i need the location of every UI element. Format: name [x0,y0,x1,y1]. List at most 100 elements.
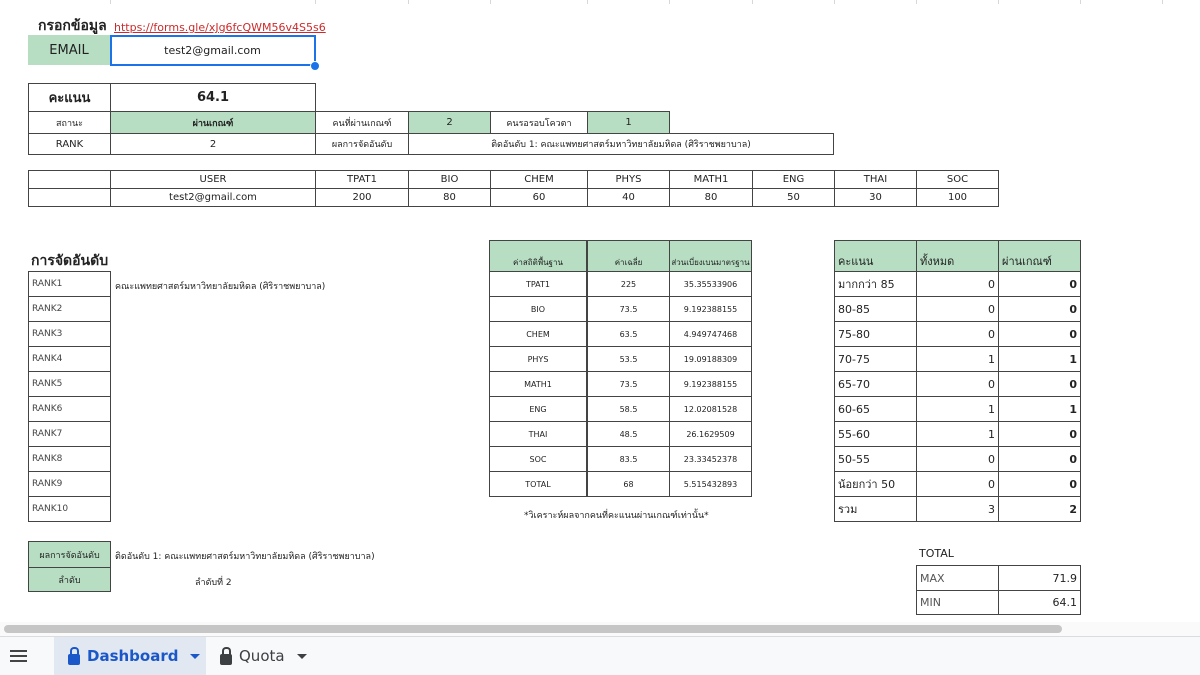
distribution-cell: 0 [998,446,1081,472]
gridline [315,0,316,4]
form-link[interactable]: https://forms.gle/xJg6fcQWM56v4S5s6 [114,21,326,34]
ranking-value: คณะแพทยศาสตร์มหาวิทยาลัยมหิดล (ศิริราชพย… [115,282,326,292]
stats-header-cell: ส่วนเบี่ยงเบนมาตรฐาน [669,240,752,272]
distribution-cell: 65-70 [834,371,917,397]
status-value: ผ่านเกณฑ์ [110,111,316,134]
sheet-tab-bar: Dashboard Quota [0,636,1200,675]
tab-dashboard[interactable]: Dashboard [54,637,206,675]
scores-header-cell: CHEM [490,170,588,189]
distribution-cell: 0 [916,271,999,297]
tab-label: Quota [239,647,285,665]
email-label: EMAIL [28,35,110,65]
stats-cell: 19.09188309 [669,346,752,372]
distribution-cell: 1 [916,396,999,422]
scrollbar-thumb[interactable] [4,625,1062,633]
distribution-cell: 50-55 [834,446,917,472]
scores-corner-cell [28,188,111,207]
distribution-cell: 0 [998,371,1081,397]
distribution-cell: 0 [916,471,999,497]
gridline [408,0,409,4]
distribution-cell: 0 [998,271,1081,297]
lock-icon [220,646,232,665]
distribution-cell: 0 [916,371,999,397]
distribution-header-cell: คะแนน [834,240,917,272]
stats-cell: ENG [489,396,587,422]
stats-cell: 48.5 [587,421,670,447]
stats-note: *วิเคราะห์ผลจากคนที่คะแนนผ่านเกณฑ์เท่านั… [524,511,709,521]
chevron-down-icon[interactable] [296,653,307,659]
rank-label: RANK [28,133,111,155]
ranking-label: RANK5 [28,371,111,397]
scores-value-cell: 40 [587,188,670,207]
gridline [752,0,753,4]
ranking-label: RANK10 [28,496,111,522]
stats-cell: 58.5 [587,396,670,422]
distribution-cell: 0 [998,296,1081,322]
scores-header-cell: SOC [916,170,999,189]
order-label: ลำดับ [28,567,111,592]
distribution-cell: 1 [916,421,999,447]
stats-cell: 225 [587,271,670,297]
scores-header-cell: PHYS [587,170,670,189]
stats-cell: 35.35533906 [669,271,752,297]
result-value: ติดอันดับ 1: คณะแพทยศาสตร์มหาวิทยาลัยมหิ… [408,133,834,155]
stats-cell: TPAT1 [489,271,587,297]
page-title: กรอกข้อมูล [38,18,107,34]
scores-header-cell: BIO [408,170,491,189]
passers-label: คนที่ผ่านเกณฑ์ [315,111,409,134]
fill-handle[interactable] [310,61,320,71]
result-label: ผลการจัดอันดับ [315,133,409,155]
tab-quota[interactable]: Quota [220,637,307,675]
horizontal-scrollbar[interactable] [0,622,1200,636]
min-value: 64.1 [998,590,1081,615]
distribution-cell: 70-75 [834,346,917,372]
distribution-cell: 0 [998,321,1081,347]
distribution-cell: 1 [998,396,1081,422]
stats-cell: TOTAL [489,471,587,497]
scores-corner-cell [28,170,111,189]
gridline [1080,0,1081,4]
stats-cell: 9.192388155 [669,296,752,322]
min-label: MIN [916,590,999,615]
final-result-label: ผลการจัดอันดับ [28,541,111,568]
stats-cell: PHYS [489,346,587,372]
gridline [587,0,588,4]
rank-value: 2 [110,133,316,155]
distribution-cell: 0 [916,321,999,347]
chevron-down-icon[interactable] [190,653,201,659]
gridline [998,0,999,4]
scores-value-cell: 30 [834,188,917,207]
stats-cell: 73.5 [587,371,670,397]
distribution-cell: 1 [916,346,999,372]
distribution-cell: 0 [998,421,1081,447]
lock-icon [68,646,80,665]
stats-cell: 26.1629509 [669,421,752,447]
scores-value-cell: 60 [490,188,588,207]
cell-selection [110,35,316,66]
stats-cell: 63.5 [587,321,670,347]
gridline [490,0,491,4]
ranking-label: RANK8 [28,446,111,472]
stats-header-cell: ค่าเฉลี่ย [587,240,670,272]
distribution-cell: 60-65 [834,396,917,422]
status-label: สถานะ [28,111,111,134]
scores-header-cell: MATH1 [669,170,753,189]
max-label: MAX [916,565,999,591]
spreadsheet-grid: กรอกข้อมูล https://forms.gle/xJg6fcQWM56… [0,0,1200,622]
distribution-header-cell: ทั้งหมด [916,240,999,272]
waiting-value: 1 [587,111,670,134]
scores-value-cell: 50 [752,188,835,207]
distribution-cell: 75-80 [834,321,917,347]
stats-header-cell: ค่าสถิติพื้นฐาน [489,240,587,272]
scores-header-cell: THAI [834,170,917,189]
hamburger-menu-icon[interactable] [10,650,27,662]
stats-cell: 5.515432893 [669,471,752,497]
scores-header-cell: USER [110,170,316,189]
gridline [110,0,111,4]
final-result-value: ติดอันดับ 1: คณะแพทยศาสตร์มหาวิทยาลัยมหิ… [115,552,375,562]
scores-value-cell: 80 [408,188,491,207]
ranking-title: การจัดอันดับ [31,253,109,269]
score-value: 64.1 [110,83,316,112]
distribution-cell: 0 [916,446,999,472]
distribution-cell: 1 [998,346,1081,372]
